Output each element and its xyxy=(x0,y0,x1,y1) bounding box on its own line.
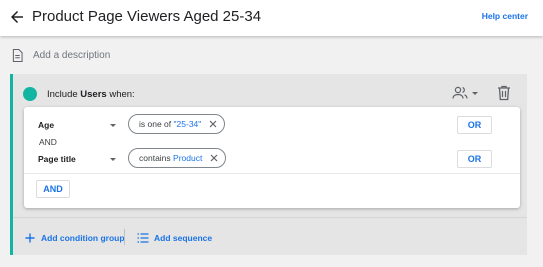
chip-value: "25-34" xyxy=(173,119,202,129)
plus-icon xyxy=(25,233,35,243)
people-icon xyxy=(452,86,468,99)
dimension-select-page-title[interactable]: Page title xyxy=(38,152,116,166)
chip-text: contains Product xyxy=(139,153,202,163)
condition-chip-page-title[interactable]: contains Product xyxy=(128,148,227,168)
chip-operator: is one of xyxy=(139,119,172,129)
divider xyxy=(24,173,520,174)
add-sequence-button[interactable]: Add sequence xyxy=(137,232,212,244)
dimension-select-age[interactable]: Age xyxy=(38,118,116,132)
condition-group-panel: Include Users when: Age is one of "25-34… xyxy=(10,74,527,255)
scope-dropdown-button[interactable] xyxy=(452,85,480,101)
sequence-list-icon xyxy=(137,233,149,243)
condition-group-header: Include Users when: xyxy=(23,86,135,102)
include-scope-text: Include Users when: xyxy=(47,89,135,100)
page-title: Product Page Viewers Aged 25-34 xyxy=(32,8,262,25)
chevron-down-icon xyxy=(472,91,478,95)
close-icon[interactable] xyxy=(210,154,218,162)
chip-value: Product xyxy=(173,153,203,163)
arrow-back-icon[interactable] xyxy=(8,8,26,26)
or-button[interactable]: OR xyxy=(457,116,492,134)
and-button[interactable]: AND xyxy=(36,180,70,198)
dimension-label: Age xyxy=(38,120,55,130)
or-button[interactable]: OR xyxy=(457,150,492,168)
condition-chip-age[interactable]: is one of "25-34" xyxy=(128,114,226,134)
condition-row: Age is one of "25-34" OR xyxy=(24,107,520,141)
group-footer: Add condition group Add sequence xyxy=(13,217,527,255)
conditions-card: Age is one of "25-34" OR AND Page title … xyxy=(24,107,520,208)
chevron-down-icon xyxy=(110,123,116,127)
include-prefix: Include xyxy=(47,88,78,100)
group-indicator-dot xyxy=(23,87,37,101)
chip-operator: contains xyxy=(139,153,171,163)
dimension-label: Page title xyxy=(38,154,76,164)
scope-label: Users xyxy=(80,88,107,100)
top-app-bar: Product Page Viewers Aged 25-34 Help cen… xyxy=(0,0,543,36)
include-suffix: when: xyxy=(109,88,135,100)
condition-row: Page title contains Product OR xyxy=(24,141,520,175)
trash-icon[interactable] xyxy=(497,85,511,101)
document-icon xyxy=(12,48,23,62)
footer-separator xyxy=(124,229,125,245)
close-icon[interactable] xyxy=(209,120,217,128)
help-center-link[interactable]: Help center xyxy=(482,11,528,21)
chip-text: is one of "25-34" xyxy=(139,119,201,129)
description-field[interactable]: Add a description xyxy=(33,50,110,61)
add-sequence-label: Add sequence xyxy=(154,233,213,243)
add-condition-group-label: Add condition group xyxy=(41,233,125,243)
description-row[interactable]: Add a description xyxy=(12,46,110,64)
add-condition-group-button[interactable]: Add condition group xyxy=(25,232,125,244)
chevron-down-icon xyxy=(110,157,116,161)
